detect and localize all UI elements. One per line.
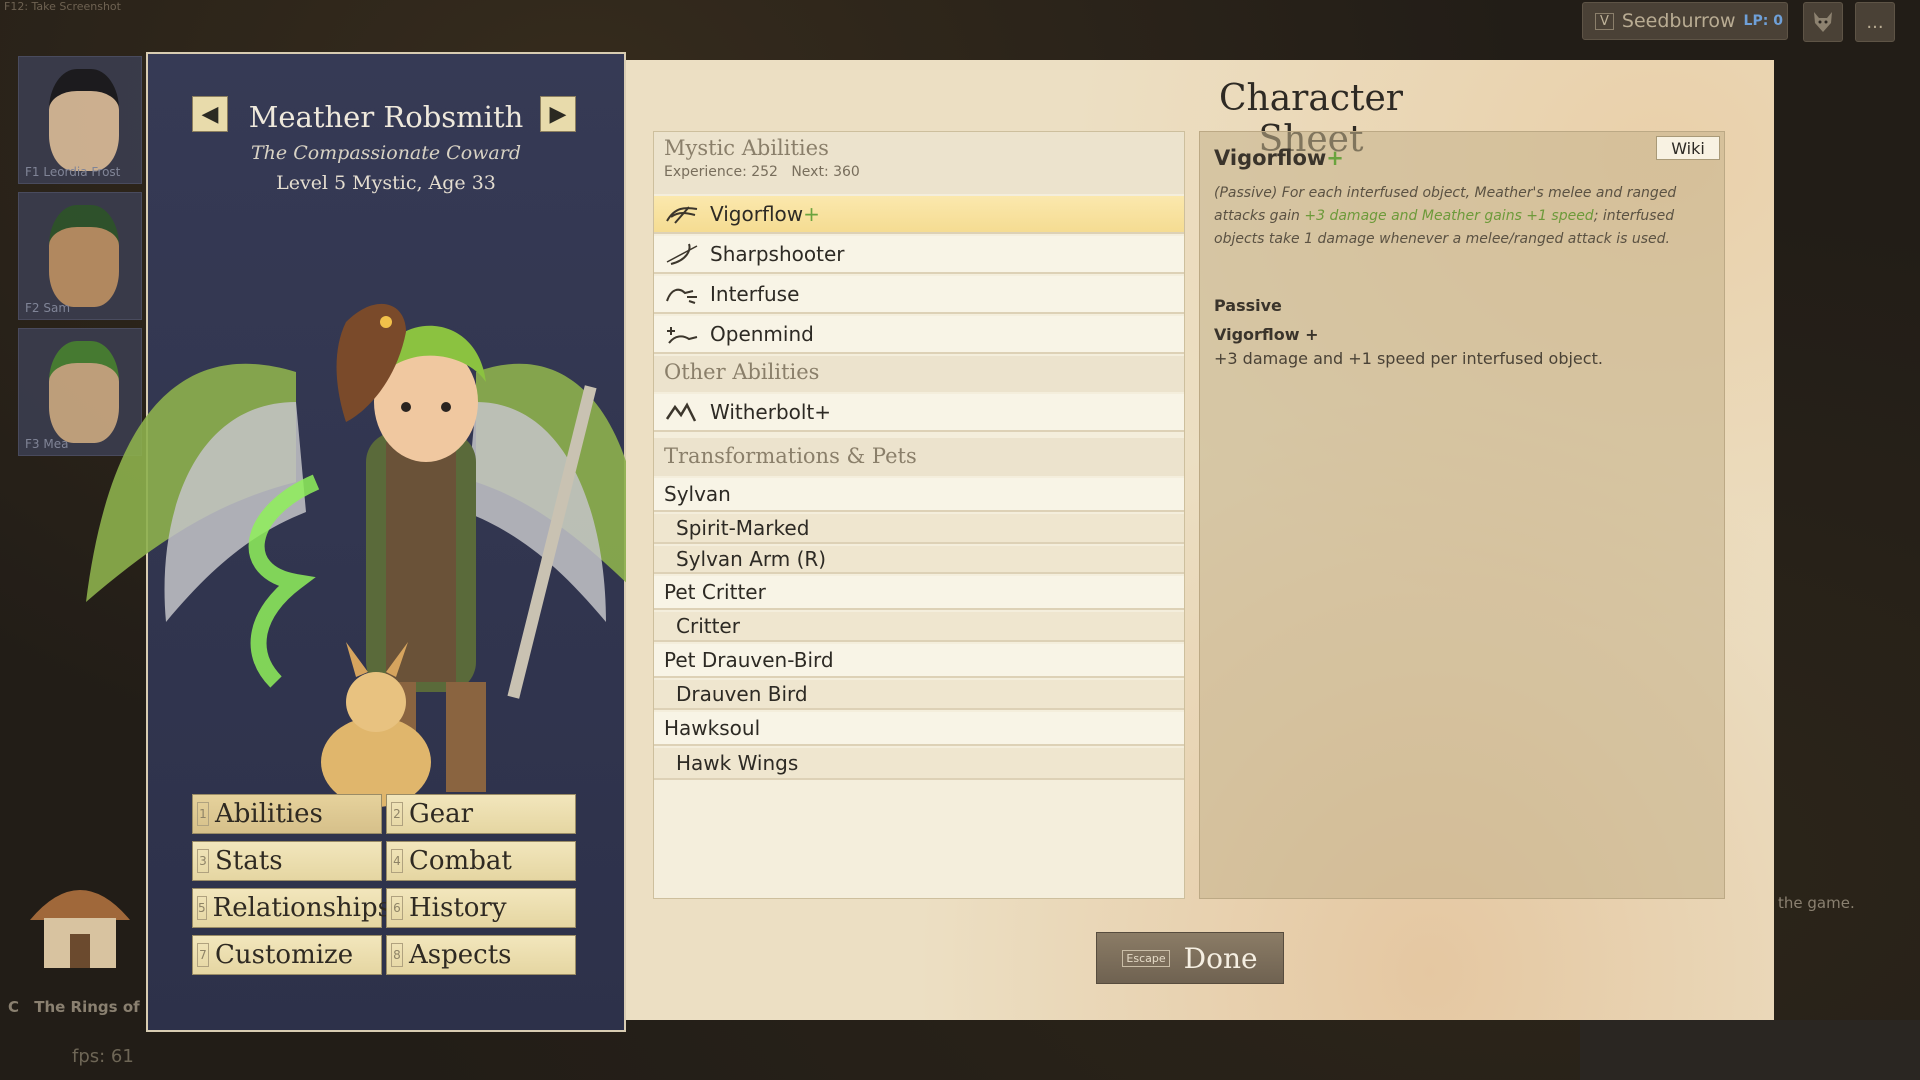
hut-icon	[30, 890, 130, 968]
character-name: Meather Robsmith	[248, 100, 524, 134]
tab-history[interactable]: 6 History	[386, 888, 576, 928]
ability-sharpshooter[interactable]: Sharpshooter	[654, 236, 1184, 274]
pet-item[interactable]: Pet Drauven-Bird	[654, 644, 1184, 678]
character-portrait-art	[86, 303, 626, 807]
done-button[interactable]: Escape Done	[1096, 932, 1284, 984]
detail-description: (Passive) For each interfused object, Me…	[1214, 185, 1677, 247]
done-label: Done	[1183, 941, 1258, 975]
abilities-list: Mystic Abilities Experience: 252 Next: 3…	[654, 132, 1184, 898]
experience-line: Experience: 252 Next: 360	[664, 164, 1184, 180]
tab-hotkey: 8	[391, 943, 403, 967]
tab-stats[interactable]: 3 Stats	[192, 841, 382, 881]
tab-relationships[interactable]: 5 Relationships	[192, 888, 391, 928]
tab-customize[interactable]: 7 Customize	[192, 935, 382, 975]
next-level-value: Next: 360	[791, 164, 860, 180]
fps-counter: fps: 61	[72, 1046, 134, 1067]
experience-value: Experience: 252	[664, 164, 778, 180]
ability-witherbolt[interactable]: Witherbolt+	[654, 394, 1184, 432]
screenshot-hint: F12: Take Screenshot	[4, 0, 121, 13]
witherbolt-icon	[664, 400, 700, 424]
tab-hotkey: 6	[391, 896, 403, 920]
background-log-text: the game.	[1778, 894, 1855, 912]
tab-abilities[interactable]: 1 Abilities	[192, 794, 382, 834]
pet-item[interactable]: Pet Critter	[654, 576, 1184, 610]
transformation-item[interactable]: Hawksoul	[654, 712, 1184, 746]
bow-icon	[664, 242, 700, 266]
party-member-1[interactable]: F1 Leordia Frost	[18, 56, 142, 184]
interfuse-hand-icon	[664, 282, 700, 306]
detail-subtitle: Vigorflow +	[1214, 325, 1319, 344]
escape-key-hint: Escape	[1122, 949, 1170, 967]
quest-hotkey: C	[8, 998, 20, 1016]
tab-label: History	[409, 893, 507, 923]
tab-label: Combat	[409, 846, 512, 876]
section-title: Mystic Abilities	[664, 136, 829, 160]
openmind-hand-icon	[664, 322, 700, 346]
wiki-button[interactable]: Wiki	[1656, 136, 1720, 160]
tab-label: Gear	[409, 799, 474, 829]
transformation-item[interactable]: Sylvan	[654, 478, 1184, 512]
pet-sub-item[interactable]: Critter	[654, 612, 1184, 642]
location-hotkey: V	[1595, 12, 1614, 30]
ability-label: Openmind	[710, 322, 814, 346]
tab-gear[interactable]: 2 Gear	[386, 794, 576, 834]
ability-label: Vigorflow+	[710, 202, 820, 226]
ability-interfuse[interactable]: Interfuse	[654, 276, 1184, 314]
tab-combat[interactable]: 4 Combat	[386, 841, 576, 881]
tab-label: Stats	[215, 846, 283, 876]
tab-label: Relationships	[212, 893, 391, 923]
transformation-sub-item[interactable]: Hawk Wings	[654, 748, 1184, 780]
detail-passive-label: Passive	[1214, 296, 1282, 315]
tab-hotkey: 4	[391, 849, 403, 873]
tab-label: Aspects	[409, 940, 512, 970]
ability-detail-panel: Wiki Vigorflow+ (Passive) For each inter…	[1200, 132, 1724, 898]
ability-vigorflow[interactable]: Vigorflow+	[654, 196, 1184, 234]
ability-label: Interfuse	[710, 282, 800, 306]
mystic-abilities-header: Mystic Abilities Experience: 252 Next: 3…	[654, 132, 1184, 194]
tab-hotkey: 2	[391, 802, 403, 826]
background-panel	[1580, 1020, 1920, 1080]
ability-label: Witherbolt+	[710, 400, 832, 424]
vigorflow-icon	[664, 202, 700, 226]
tab-hotkey: 3	[197, 849, 209, 873]
portrait-leordia	[49, 69, 119, 171]
character-panel: ◀ ▶ Meather Robsmith The Compassionate C…	[86, 52, 626, 1032]
quest-title: The Rings of St	[34, 998, 163, 1016]
tab-hotkey: 1	[197, 802, 209, 826]
tab-hotkey: 5	[197, 896, 207, 920]
ability-openmind[interactable]: Openmind	[654, 316, 1184, 354]
quest-tracker[interactable]: C The Rings of St	[8, 998, 163, 1016]
detail-subtext: +3 damage and +1 speed per interfused ob…	[1214, 349, 1603, 368]
detail-title: Vigorflow+	[1214, 146, 1344, 170]
pet-sub-item[interactable]: Drauven Bird	[654, 680, 1184, 710]
tab-label: Abilities	[215, 799, 323, 829]
ability-label: Sharpshooter	[710, 242, 845, 266]
location-name: Seedburrow	[1621, 10, 1736, 32]
character-title: The Compassionate Coward	[251, 142, 521, 164]
more-menu-icon[interactable]: ...	[1855, 2, 1895, 42]
location-indicator[interactable]: V Seedburrow LP: 0	[1582, 2, 1788, 40]
wolf-head-icon[interactable]	[1803, 2, 1843, 42]
transformations-header: Transformations & Pets	[654, 438, 1184, 476]
lp-counter: LP: 0	[1743, 13, 1783, 29]
party-member-label: F1 Leordia Frost	[25, 165, 121, 179]
tab-hotkey: 7	[197, 943, 209, 967]
transformation-sub-item[interactable]: Spirit-Marked	[654, 514, 1184, 544]
character-sheet-panel: Character Sheet Mystic Abilities Experie…	[626, 60, 1774, 1020]
other-abilities-header: Other Abilities	[654, 356, 1184, 392]
tab-label: Customize	[215, 940, 354, 970]
tab-aspects[interactable]: 8 Aspects	[386, 935, 576, 975]
transformation-sub-item[interactable]: Sylvan Arm (R)	[654, 546, 1184, 574]
